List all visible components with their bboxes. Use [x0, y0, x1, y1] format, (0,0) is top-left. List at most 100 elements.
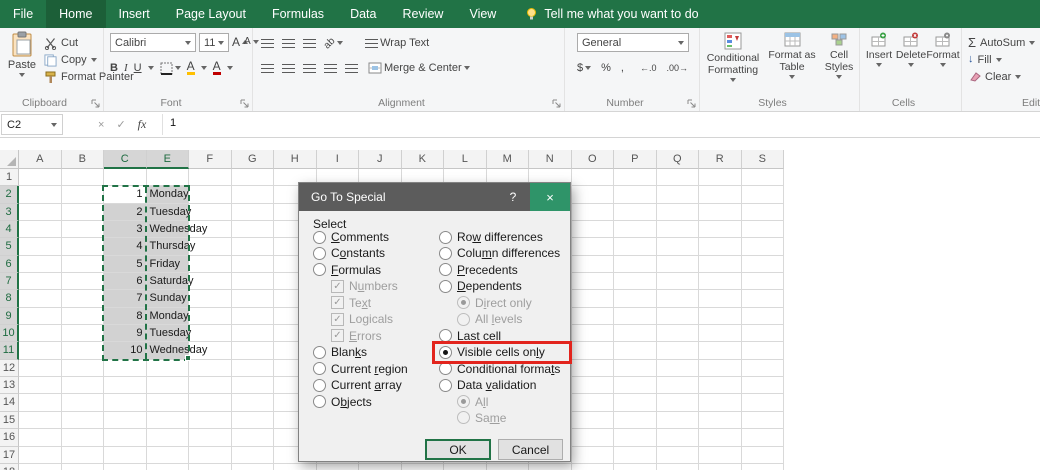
column-header-H[interactable]: H [274, 150, 317, 169]
cell-R6[interactable] [699, 255, 742, 274]
increase-decimal-button[interactable]: ←.0 [640, 63, 657, 73]
cell-S9[interactable] [741, 307, 784, 326]
font-size-combo[interactable]: 11 [199, 33, 229, 52]
cell-S4[interactable] [741, 221, 784, 239]
radio-icon[interactable] [439, 329, 452, 343]
cell-E9[interactable]: Monday [146, 307, 189, 326]
font-color-button[interactable]: A [212, 60, 221, 75]
row-header-7[interactable]: 7 [0, 273, 19, 291]
cell-C1[interactable] [104, 169, 147, 187]
cell-O6[interactable] [571, 255, 614, 274]
cell-E12[interactable] [146, 359, 189, 378]
currency-button[interactable]: $ [577, 62, 592, 74]
cell-Q18[interactable] [657, 463, 699, 470]
cell-P10[interactable] [614, 325, 657, 343]
cell-B14[interactable] [61, 394, 104, 412]
number-dialog-launcher-icon[interactable] [687, 99, 696, 108]
cell-S17[interactable] [741, 446, 784, 464]
column-header-N[interactable]: N [529, 150, 572, 169]
cell-Q13[interactable] [656, 377, 699, 395]
align-right-icon[interactable] [303, 63, 316, 73]
cell-A8[interactable] [19, 290, 62, 308]
cell-C7[interactable]: 6 [104, 273, 147, 291]
cell-R5[interactable] [699, 238, 742, 256]
cell-C10[interactable]: 9 [104, 325, 147, 343]
cell-G16[interactable] [231, 429, 274, 447]
cell-A17[interactable] [19, 446, 62, 464]
cell-G10[interactable] [231, 325, 274, 343]
column-header-R[interactable]: R [699, 150, 742, 169]
font-name-combo[interactable]: Calibri [110, 33, 196, 52]
alignment-dialog-launcher-icon[interactable] [552, 99, 561, 108]
cell-S5[interactable] [741, 238, 784, 256]
cell-B2[interactable] [61, 186, 104, 204]
cell-B13[interactable] [61, 377, 104, 395]
option-blanks[interactable]: Blanks [313, 344, 367, 360]
cell-C6[interactable]: 5 [104, 255, 147, 274]
radio-icon[interactable] [439, 230, 452, 244]
column-header-L[interactable]: L [444, 150, 487, 169]
cell-S14[interactable] [741, 394, 784, 412]
cell-E16[interactable] [146, 429, 189, 447]
row-header-15[interactable]: 15 [0, 411, 19, 430]
cell-G2[interactable] [231, 186, 274, 204]
row-header-5[interactable]: 5 [0, 238, 19, 256]
cell-E13[interactable] [146, 377, 189, 395]
row-header-13[interactable]: 13 [0, 377, 19, 395]
cell-S15[interactable] [741, 411, 784, 430]
chevron-down-icon[interactable] [147, 66, 154, 70]
tell-me-box[interactable]: Tell me what you want to do [515, 0, 708, 28]
cell-E2[interactable]: Monday [146, 186, 189, 204]
cell-E4[interactable]: Wednesday [146, 221, 207, 239]
fill-handle[interactable] [185, 355, 191, 361]
cell-B5[interactable] [61, 238, 104, 256]
radio-icon[interactable] [313, 345, 326, 359]
cell-Q16[interactable] [656, 429, 699, 447]
cell-O15[interactable] [571, 411, 614, 430]
radio-icon[interactable] [439, 263, 452, 277]
column-header-J[interactable]: J [359, 150, 402, 169]
cell-R15[interactable] [699, 411, 742, 430]
cell-R17[interactable] [699, 446, 742, 464]
cell-B15[interactable] [61, 411, 104, 430]
cell-O9[interactable] [571, 307, 614, 326]
cell-O14[interactable] [571, 394, 614, 412]
decrease-indent-icon[interactable] [324, 63, 337, 73]
close-button[interactable]: × [530, 183, 570, 211]
row-header-2[interactable]: 2 [0, 186, 19, 204]
cell-F15[interactable] [189, 411, 232, 430]
cell-S8[interactable] [741, 290, 784, 308]
cell-E5[interactable]: Thursday [146, 238, 195, 256]
row-header-3[interactable]: 3 [0, 203, 19, 222]
tab-file[interactable]: File [0, 0, 46, 28]
radio-icon[interactable] [439, 279, 452, 293]
cell-B6[interactable] [61, 255, 104, 274]
cell-Q11[interactable] [656, 342, 699, 360]
column-header-F[interactable]: F [189, 150, 232, 169]
cell-C5[interactable]: 4 [104, 238, 147, 256]
cell-E14[interactable] [146, 394, 189, 412]
cell-F18[interactable] [189, 463, 232, 470]
cell-B9[interactable] [61, 307, 104, 326]
cell-F17[interactable] [189, 446, 232, 464]
column-header-Q[interactable]: Q [656, 150, 699, 169]
cell-A12[interactable] [19, 359, 62, 378]
clear-button[interactable]: Clear [968, 69, 1022, 84]
cell-O16[interactable] [571, 429, 614, 447]
option-dependents[interactable]: Dependents [439, 278, 522, 294]
cell-Q7[interactable] [656, 273, 699, 291]
cell-R13[interactable] [699, 377, 742, 395]
cell-S6[interactable] [741, 255, 784, 274]
cell-F2[interactable] [189, 186, 232, 204]
align-top-icon[interactable] [261, 38, 274, 48]
cell-B7[interactable] [61, 273, 104, 291]
cell-G13[interactable] [231, 377, 274, 395]
row-header-8[interactable]: 8 [0, 290, 19, 308]
column-header-I[interactable]: I [316, 150, 359, 169]
cell-S16[interactable] [741, 429, 784, 447]
cell-S18[interactable] [742, 463, 784, 470]
row-header-4[interactable]: 4 [0, 221, 19, 239]
column-header-C[interactable]: C [104, 150, 147, 169]
cell-B17[interactable] [61, 446, 104, 464]
cell-S3[interactable] [741, 203, 784, 222]
